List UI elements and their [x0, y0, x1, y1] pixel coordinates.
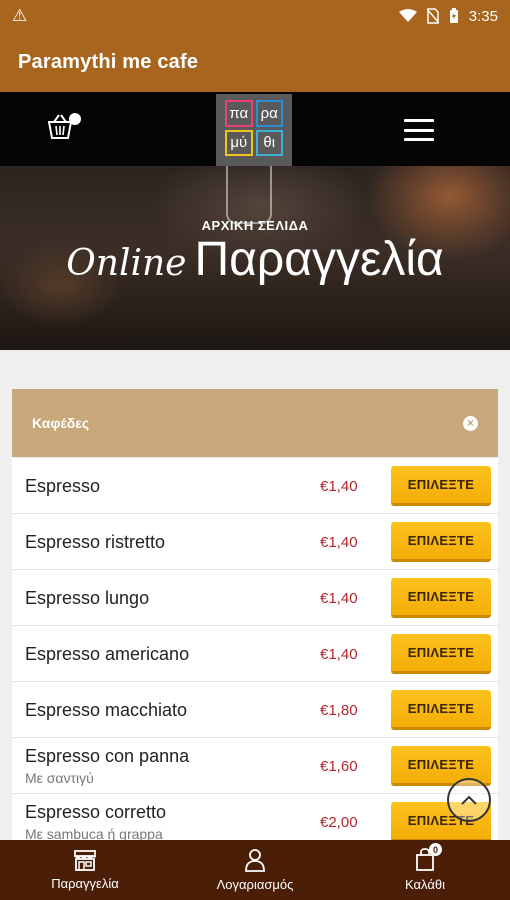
product-price: €1,60 [320, 758, 358, 775]
product-name: Espresso americano [25, 644, 190, 664]
nav-item-account[interactable]: Λογαριασμός [170, 840, 340, 900]
category-title: Καφέδες [32, 415, 90, 431]
product-name: Espresso ristretto [25, 532, 166, 552]
product-price: €2,00 [320, 814, 358, 831]
wifi-icon [398, 9, 417, 22]
no-sim-icon [426, 8, 439, 24]
collapse-icon[interactable]: × [463, 415, 478, 431]
clock: 3:35 [468, 7, 498, 25]
chevron-up-icon [461, 795, 477, 805]
hero-banner: ΑΡΧΙΚΗ ΣΕΛΙΔΑ Online Παραγγελία [0, 166, 510, 350]
hero-headline: Online Παραγγελία [0, 232, 510, 287]
status-bar: ⚠ 3:35 [0, 0, 510, 32]
warning-icon: ⚠ [12, 6, 28, 25]
product-row: Espresso corretto Με sambuca ή grappa €2… [12, 794, 498, 840]
nav-label: Λογαριασμός [216, 877, 294, 892]
logo-cell: θι [255, 129, 283, 156]
product-name: Espresso macchiato [25, 700, 188, 720]
scroll-to-top-button[interactable] [447, 778, 491, 822]
cart-icon-wrap: 0 [415, 843, 442, 872]
product-name: Espresso [25, 476, 101, 496]
product-price: €1,40 [320, 646, 358, 663]
select-button[interactable]: ΕΠΙΛΕΞΤΕ [391, 578, 491, 618]
category-header[interactable]: Καφέδες × [12, 389, 498, 457]
cart-count-badge: 0 [429, 843, 442, 856]
select-button[interactable]: ΕΠΙΛΕΞΤΕ [391, 690, 491, 730]
spacer [0, 350, 510, 388]
logo-cell: πα [225, 100, 253, 127]
bottom-navigation: Παραγγελία Λογαριασμός 0 Καλάθι [0, 840, 510, 900]
select-button[interactable]: ΕΠΙΛΕΞΤΕ [391, 522, 491, 562]
product-row: Espresso americano €1,40 ΕΠΙΛΕΞΤΕ [12, 626, 498, 682]
app-bar: Paramythi me cafe [0, 32, 510, 92]
product-price: €1,40 [320, 478, 358, 495]
nav-label: Καλάθι [405, 877, 445, 892]
hero-headline-main: Παραγγελία [194, 233, 444, 286]
logo[interactable]: πα ρα μύ θι [216, 94, 292, 166]
store-icon [74, 850, 96, 871]
select-button[interactable]: ΕΠΙΛΕΞΤΕ [391, 466, 491, 506]
nav-item-order[interactable]: Παραγγελία [0, 840, 170, 900]
site-header: πα ρα μύ θι [0, 92, 510, 166]
product-row: Espresso ristretto €1,40 ΕΠΙΛΕΞΤΕ [12, 514, 498, 570]
product-price: €1,40 [320, 590, 358, 607]
product-description: Με σαντιγύ [25, 770, 94, 786]
glass-decoration [226, 166, 272, 224]
battery-icon [449, 8, 458, 23]
basket-icon[interactable] [46, 112, 82, 142]
product-name: Espresso lungo [25, 588, 150, 608]
product-row: Espresso €1,40 ΕΠΙΛΕΞΤΕ [12, 458, 498, 514]
product-row: Espresso lungo €1,40 ΕΠΙΛΕΞΤΕ [12, 570, 498, 626]
logo-cell: ρα [255, 100, 283, 127]
select-button[interactable]: ΕΠΙΛΕΞΤΕ [391, 634, 491, 674]
logo-cell: μύ [225, 129, 253, 156]
app-title: Paramythi me cafe [18, 50, 199, 73]
product-price: €1,40 [320, 534, 358, 551]
nav-label: Παραγγελία [51, 876, 119, 891]
nav-item-cart[interactable]: 0 Καλάθι [340, 840, 510, 900]
hamburger-menu-icon[interactable] [404, 119, 434, 141]
product-price: €1,80 [320, 702, 358, 719]
product-row: Espresso con panna Με σαντιγύ €1,60 ΕΠΙΛ… [12, 738, 498, 794]
hero-headline-script: Online [66, 243, 187, 284]
product-description: Με sambuca ή grappa [25, 826, 163, 840]
product-name: Espresso corretto [25, 802, 167, 822]
product-list: Espresso €1,40 ΕΠΙΛΕΞΤΕ Espresso ristret… [12, 458, 498, 840]
product-row: Espresso macchiato €1,80 ΕΠΙΛΕΞΤΕ [12, 682, 498, 738]
product-name: Espresso con panna [25, 746, 190, 766]
hero-subtitle: ΑΡΧΙΚΗ ΣΕΛΙΔΑ [201, 218, 309, 233]
user-icon [245, 849, 265, 872]
